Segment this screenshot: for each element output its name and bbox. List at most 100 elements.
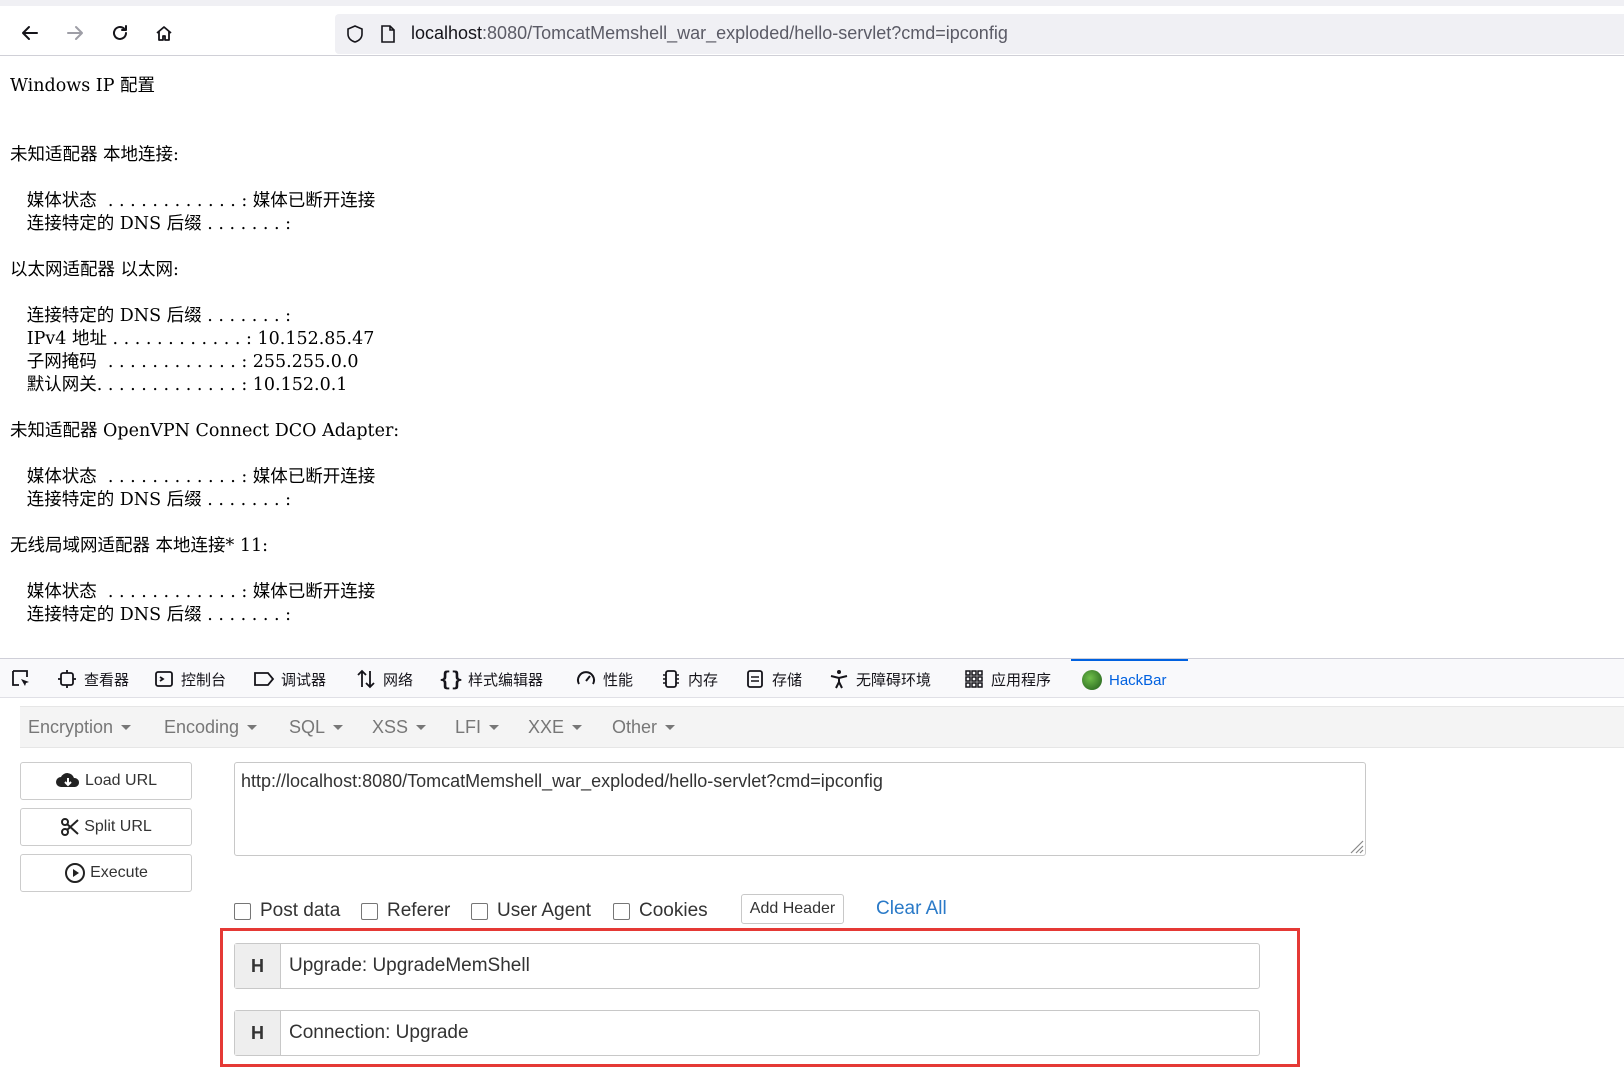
cloud-download-icon (55, 773, 79, 787)
braces-icon: {} (438, 667, 464, 691)
menu-other[interactable]: Other (612, 707, 676, 747)
tab-hackbar[interactable]: HackBar (1071, 659, 1188, 699)
tab-inspector[interactable]: 查看器 (56, 659, 129, 699)
load-url-button[interactable]: Load URL (20, 762, 192, 800)
tab-label: 网络 (383, 671, 414, 689)
caret-down-icon (333, 724, 344, 730)
tab-memory[interactable]: 内存 (660, 659, 718, 699)
forward-button[interactable] (60, 18, 90, 48)
devtools-tab-bar: 查看器 控制台 调试器 网络 {} 样式编辑器 性能 内存 存储 无障碍环境 应用… (0, 658, 1624, 698)
reload-icon (113, 25, 127, 40)
menu-lfi[interactable]: LFI (455, 707, 500, 747)
tab-label: HackBar (1109, 671, 1167, 689)
menu-label: XSS (372, 716, 409, 737)
execute-button[interactable]: Execute (20, 854, 192, 892)
tab-style-editor[interactable]: {} 样式编辑器 (438, 659, 544, 699)
resize-grip-icon[interactable] (1350, 840, 1364, 854)
menu-label: Encoding (164, 716, 240, 737)
tab-label: 控制台 (181, 671, 227, 689)
tab-accessibility[interactable]: 无障碍环境 (828, 659, 931, 699)
url-host: localhost (411, 23, 483, 43)
play-circle-icon (65, 863, 86, 883)
storage-icon (744, 668, 766, 690)
caret-down-icon (121, 724, 132, 730)
header-row[interactable]: H Connection: Upgrade (234, 1010, 1260, 1056)
checkbox-box[interactable] (234, 902, 251, 920)
tab-label: 调试器 (281, 671, 327, 689)
menu-encoding[interactable]: Encoding (164, 707, 258, 747)
url-path: :8080/TomcatMemshell_war_exploded/hello-… (482, 23, 1008, 43)
tab-label: 样式编辑器 (468, 671, 544, 689)
url-textarea[interactable]: http://localhost:8080/TomcatMemshell_war… (234, 762, 1366, 856)
menu-encryption[interactable]: Encryption (28, 707, 132, 747)
hackbar-panel: Encryption Encoding SQL XSS LFI XXE Othe… (0, 698, 1624, 1084)
tab-storage[interactable]: 存储 (744, 659, 802, 699)
checkbox-box[interactable] (613, 902, 630, 920)
header-value-input[interactable]: Upgrade: UpgradeMemShell (281, 944, 530, 988)
post-data-checkbox[interactable]: Post data (234, 900, 340, 922)
tab-network[interactable]: 网络 (355, 659, 413, 699)
reload-button[interactable] (105, 18, 135, 48)
tab-console[interactable]: 控制台 (153, 659, 226, 699)
url-text[interactable]: localhost:8080/TomcatMemshell_war_explod… (411, 23, 1008, 44)
button-label: Split URL (84, 818, 152, 835)
tab-performance[interactable]: 性能 (575, 659, 633, 699)
home-button[interactable] (149, 18, 179, 48)
url-bar[interactable]: localhost:8080/TomcatMemshell_war_explod… (335, 14, 1624, 54)
checkbox-box[interactable] (361, 902, 378, 920)
menu-sql[interactable]: SQL (289, 707, 344, 747)
menu-label: LFI (455, 716, 482, 737)
inspector-icon (56, 668, 78, 690)
menu-label: Encryption (28, 716, 114, 737)
checkbox-label: Post data (260, 900, 341, 921)
menu-label: SQL (289, 716, 326, 737)
checkbox-label: Cookies (639, 900, 708, 921)
button-label: Load URL (84, 772, 158, 789)
caret-down-icon (572, 724, 583, 730)
menu-xss[interactable]: XSS (372, 707, 427, 747)
gauge-icon (575, 668, 597, 690)
scissors-icon (61, 818, 79, 836)
referer-checkbox[interactable]: Referer (361, 900, 450, 922)
console-icon (153, 668, 175, 690)
menu-xxe[interactable]: XXE (528, 707, 583, 747)
tab-label: 应用程序 (991, 671, 1052, 689)
ipconfig-output: Windows IP 配置 未知适配器 本地连接: 媒体状态 . . . . .… (10, 76, 400, 625)
element-picker-button[interactable] (10, 659, 38, 699)
arrow-left-icon (22, 26, 38, 40)
header-value-input[interactable]: Connection: Upgrade (281, 1011, 469, 1055)
hackbar-menu-bar: Encryption Encoding SQL XSS LFI XXE Othe… (20, 706, 1624, 748)
user-agent-checkbox[interactable]: User Agent (471, 900, 591, 922)
browser-toolbar: localhost:8080/TomcatMemshell_war_explod… (0, 0, 1624, 56)
header-label: H (235, 1011, 281, 1055)
tab-label: 性能 (603, 671, 634, 689)
tab-label: 查看器 (84, 671, 130, 689)
menu-label: XXE (528, 716, 565, 737)
checkbox-box[interactable] (471, 902, 488, 920)
clear-all-link[interactable]: Clear All (876, 898, 947, 920)
add-header-button[interactable]: Add Header (741, 894, 844, 924)
back-button[interactable] (15, 18, 45, 48)
shield-icon[interactable] (345, 24, 365, 44)
home-icon (156, 26, 172, 41)
tab-application[interactable]: 应用程序 (963, 659, 1051, 699)
tab-debugger[interactable]: 调试器 (253, 659, 326, 699)
header-row[interactable]: H Upgrade: UpgradeMemShell (234, 943, 1260, 989)
memory-icon (660, 668, 682, 690)
caret-down-icon (665, 724, 676, 730)
debugger-icon (253, 668, 275, 690)
cookies-checkbox[interactable]: Cookies (613, 900, 708, 922)
page-content: Windows IP 配置 未知适配器 本地连接: 媒体状态 . . . . .… (0, 56, 1624, 658)
button-label: Execute (90, 864, 148, 881)
checkbox-label: User Agent (497, 900, 591, 921)
caret-down-icon (416, 724, 427, 730)
page-icon[interactable] (379, 24, 397, 44)
split-url-button[interactable]: Split URL (20, 808, 192, 846)
arrow-right-icon (67, 26, 83, 40)
tab-label: 存储 (772, 671, 803, 689)
menu-label: Other (612, 716, 658, 737)
grid-icon (963, 668, 985, 690)
header-label: H (235, 944, 281, 988)
accessibility-icon (828, 668, 850, 690)
checkbox-label: Referer (387, 900, 451, 921)
